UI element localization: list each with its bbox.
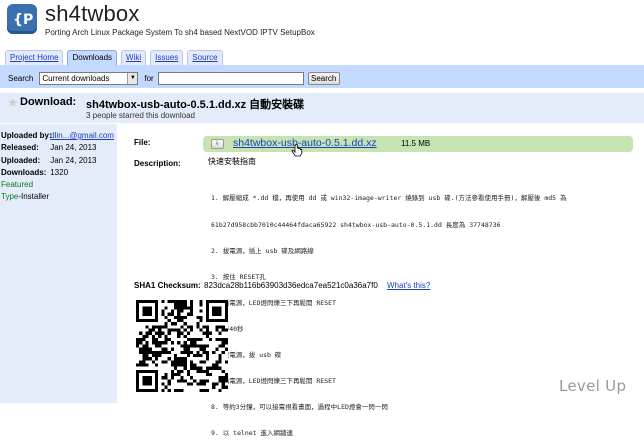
star-icon[interactable]: ★ bbox=[7, 95, 19, 111]
qr-code-image bbox=[136, 300, 228, 392]
project-summary: Porting Arch Linux Package System To sh4… bbox=[45, 28, 315, 37]
starred-count: 3 people starred this download bbox=[86, 111, 195, 120]
tab-issues[interactable]: Issues bbox=[150, 50, 184, 65]
search-input[interactable] bbox=[157, 71, 304, 85]
chevron-down-icon[interactable]: ▼ bbox=[127, 72, 138, 84]
step-line: 5. 等40秒 bbox=[211, 324, 244, 333]
description-label: Description: bbox=[134, 159, 181, 168]
label-type-prefix: Type bbox=[1, 192, 19, 202]
label-type[interactable]: Type-Installer bbox=[1, 191, 117, 203]
svg-text:{P}: {P} bbox=[13, 12, 33, 28]
label-type-value: -Installer bbox=[18, 192, 50, 202]
uploaded-row: Uploaded: Jan 24, 2013 bbox=[1, 155, 117, 167]
step-line: 2. 拔電源，插上 usb 碟及網路線 bbox=[211, 246, 314, 255]
uploaded-value: Jan 24, 2013 bbox=[50, 155, 97, 165]
step-line: 9. 以 telnet 進入網牆連 bbox=[211, 429, 294, 438]
tab-downloads[interactable]: Downloads bbox=[67, 50, 118, 65]
released-value: Jan 24, 2013 bbox=[50, 143, 97, 153]
for-label: for bbox=[144, 73, 154, 83]
downloads-value: 1320 bbox=[50, 167, 69, 177]
download-arrow-icon[interactable]: ⇩ bbox=[211, 139, 224, 149]
tab-source[interactable]: Source bbox=[187, 50, 223, 65]
download-label: Download: bbox=[20, 96, 77, 108]
file-size: 11.5 MB bbox=[401, 139, 431, 148]
description-steps: 1. 解壓縮成 *.dd 檔，再使用 dd 或 win32-image-writ… bbox=[211, 177, 636, 447]
search-button[interactable]: Search bbox=[307, 71, 340, 85]
hand-cursor-icon bbox=[291, 144, 303, 157]
released-label: Released: bbox=[1, 143, 39, 153]
sha1-value: 823dca28b116b63903d36edca7ea521c0a36a7f0 bbox=[204, 281, 378, 290]
file-label: File: bbox=[134, 138, 151, 147]
whats-this-link[interactable]: What's this? bbox=[387, 281, 430, 290]
step-line: 1. 解壓縮成 *.dd 檔，再使用 dd 或 win32-image-writ… bbox=[211, 194, 567, 203]
project-title[interactable]: sh4twbox bbox=[45, 1, 140, 27]
file-download-link[interactable]: sh4twbox-usb-auto-0.5.1.dd.xz bbox=[233, 137, 377, 149]
uploaded-by-row: Uploaded by: dlin...@gmail.com bbox=[1, 130, 117, 142]
download-meta-panel: Uploaded by: dlin...@gmail.com Released:… bbox=[0, 124, 117, 403]
download-title: sh4twbox-usb-auto-0.5.1.dd.xz 自動安裝碟 bbox=[86, 99, 305, 111]
step-line: 61b27d958cbb7010c44464fdaca65922 sh4twbo… bbox=[211, 220, 501, 229]
package-icon: {P} bbox=[13, 12, 33, 28]
sha1-label: SHA1 Checksum: bbox=[134, 281, 201, 290]
step-line: 4. 插電源，LED燈閃爍三下再鬆開 RESET bbox=[211, 298, 336, 307]
uploader-link[interactable]: dlin...@gmail.com bbox=[50, 131, 114, 140]
step-line: 8. 等約3分鐘，可以接電視看畫面，過程中LED燈會一閃一閃 bbox=[211, 403, 388, 412]
file-row: ⇩ sh4twbox-usb-auto-0.5.1.dd.xz 11.5 MB bbox=[203, 136, 633, 152]
uploaded-label: Uploaded: bbox=[1, 155, 41, 165]
tab-wiki[interactable]: Wiki bbox=[121, 50, 147, 65]
description-title: 快速安裝指南 bbox=[208, 157, 256, 166]
downloads-row: Downloads: 1320 bbox=[1, 167, 117, 179]
tab-bar: Project Home Downloads Wiki Issues Sourc… bbox=[5, 50, 227, 65]
download-header: ★ Download: sh4twbox-usb-auto-0.5.1.dd.x… bbox=[0, 93, 644, 123]
step-line: 6. 拔電源，拔 usb 碟 bbox=[211, 351, 282, 360]
search-scope-value: Current downloads bbox=[42, 73, 110, 83]
project-logo[interactable]: {P} bbox=[7, 4, 37, 34]
level-up-watermark: Level Up bbox=[559, 377, 627, 395]
uploaded-by-label: Uploaded by: bbox=[1, 131, 52, 140]
released-row: Released: Jan 24, 2013 bbox=[1, 142, 117, 154]
tab-project-home[interactable]: Project Home bbox=[5, 50, 64, 65]
search-bar: Search Current downloads ▼ for Search bbox=[0, 68, 644, 88]
search-label: Search bbox=[8, 73, 34, 83]
search-scope-select[interactable]: Current downloads ▼ bbox=[39, 71, 139, 85]
label-featured[interactable]: Featured bbox=[1, 179, 117, 191]
downloads-label: Downloads: bbox=[1, 167, 47, 177]
